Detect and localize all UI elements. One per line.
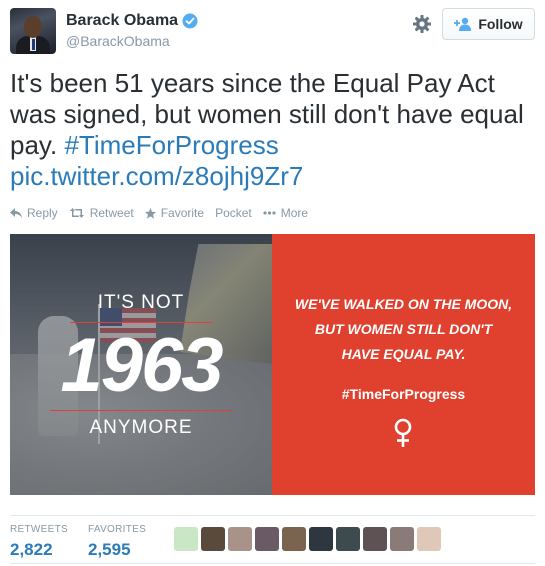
avatar[interactable] bbox=[10, 8, 56, 54]
venus-symbol-icon bbox=[394, 418, 412, 447]
user-fullname[interactable]: Barack Obama bbox=[66, 12, 198, 30]
image-hashtag: #TimeForProgress bbox=[341, 386, 466, 402]
retweets-count: 2,822 bbox=[10, 540, 53, 559]
favorite-action[interactable]: Favorite bbox=[144, 206, 205, 220]
slogan-line-2: BUT WOMEN STILL DON'T bbox=[314, 321, 493, 337]
fullname-text[interactable]: Barack Obama bbox=[66, 12, 178, 30]
hashtag-link[interactable]: #TimeForProgress bbox=[64, 130, 278, 160]
star-icon bbox=[144, 207, 156, 219]
favoriter-avatar[interactable] bbox=[174, 527, 198, 551]
reply-action[interactable]: Reply bbox=[10, 206, 58, 220]
bottom-divider bbox=[10, 563, 535, 564]
message-panel: WE'VE WALKED ON THE MOON, BUT WOMEN STIL… bbox=[272, 234, 535, 495]
more-dots-icon bbox=[263, 211, 276, 215]
favoriter-avatar[interactable] bbox=[201, 527, 225, 551]
year-text: 1963 bbox=[60, 323, 223, 408]
more-label: More bbox=[280, 206, 309, 220]
favorites-label: FAVORITES bbox=[88, 524, 147, 535]
anymore-text: ANYMORE bbox=[89, 417, 193, 438]
gear-icon[interactable] bbox=[412, 14, 432, 34]
favoriter-avatar[interactable] bbox=[363, 527, 387, 551]
pocket-action[interactable]: Pocket bbox=[215, 206, 252, 220]
retweet-action[interactable]: Retweet bbox=[69, 206, 134, 220]
red-divider-bottom bbox=[50, 410, 232, 411]
favoriter-avatar[interactable] bbox=[390, 527, 414, 551]
favorites-stat[interactable]: FAVORITES 2,595 bbox=[88, 524, 146, 560]
slogan-line-3: HAVE EQUAL PAY. bbox=[341, 346, 466, 362]
tweet-media-image[interactable]: IT'S NOT 1963 ANYMORE WE'VE WALKED ON TH… bbox=[10, 234, 535, 495]
its-not-text: IT'S NOT bbox=[97, 292, 185, 313]
favoriter-avatars bbox=[174, 527, 444, 551]
more-action[interactable]: More bbox=[263, 206, 308, 220]
retweet-label: Retweet bbox=[89, 206, 134, 220]
retweets-stat[interactable]: RETWEETS 2,822 bbox=[10, 524, 68, 560]
favoriter-avatar[interactable] bbox=[228, 527, 252, 551]
favorites-count: 2,595 bbox=[88, 540, 131, 559]
tweet-text: It's been 51 years since the Equal Pay A… bbox=[10, 68, 535, 192]
add-user-icon bbox=[454, 17, 472, 31]
slogan-text: WE'VE WALKED ON THE MOON, BUT WOMEN STIL… bbox=[272, 292, 535, 367]
retweet-icon bbox=[69, 208, 84, 218]
pocket-label: Pocket bbox=[215, 206, 252, 220]
retweets-label: RETWEETS bbox=[10, 524, 68, 535]
reply-label: Reply bbox=[27, 206, 58, 220]
verified-badge-icon bbox=[182, 13, 198, 29]
follow-label: Follow bbox=[478, 16, 523, 32]
follow-button[interactable]: Follow bbox=[442, 8, 535, 40]
user-info: Barack Obama @BarackObama bbox=[66, 12, 198, 49]
tweet-header: Barack Obama @BarackObama Follow bbox=[10, 8, 535, 54]
favoriter-avatar[interactable] bbox=[417, 527, 441, 551]
slogan-line-1: WE'VE WALKED ON THE MOON, bbox=[294, 296, 513, 312]
reply-icon bbox=[10, 208, 22, 218]
favoriter-avatar[interactable] bbox=[336, 527, 360, 551]
favorite-label: Favorite bbox=[160, 206, 205, 220]
favoriter-avatar[interactable] bbox=[309, 527, 333, 551]
moon-photo-panel: IT'S NOT 1963 ANYMORE bbox=[10, 234, 272, 495]
user-screenname[interactable]: @BarackObama bbox=[66, 33, 198, 49]
stats-divider bbox=[10, 515, 535, 516]
favoriter-avatar[interactable] bbox=[255, 527, 279, 551]
pic-link[interactable]: pic.twitter.com/z8ojhj9Zr7 bbox=[10, 161, 303, 191]
favoriter-avatar[interactable] bbox=[282, 527, 306, 551]
tweet-actions: Reply Retweet Favorite Pocket More bbox=[10, 206, 319, 220]
